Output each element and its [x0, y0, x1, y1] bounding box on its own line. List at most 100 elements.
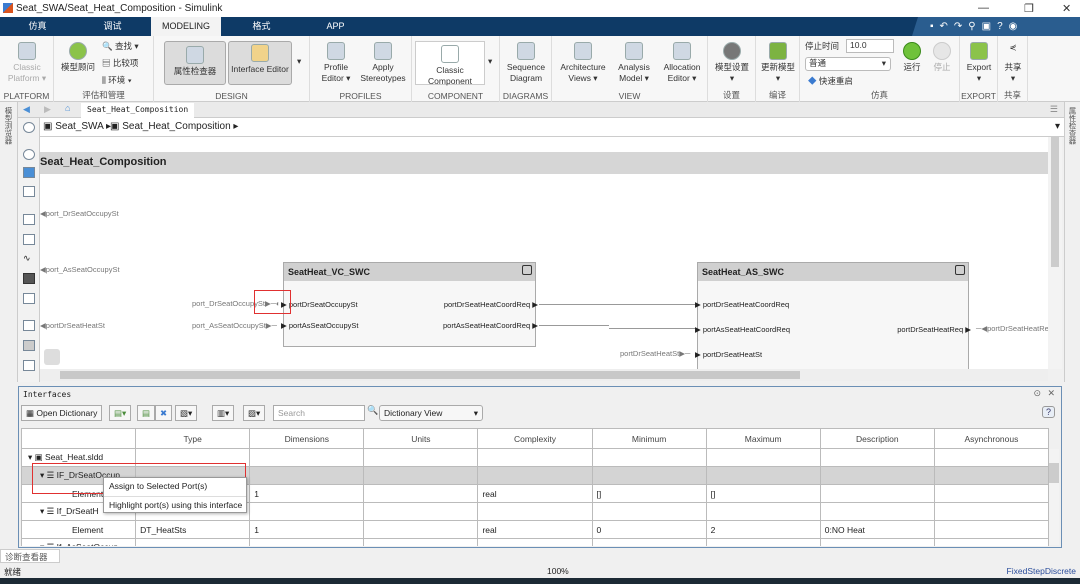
search-input[interactable]: Search [273, 405, 365, 421]
assign-button[interactable]: ▨▾ [243, 405, 266, 421]
add-element-button[interactable]: ▤ [137, 405, 156, 421]
table-cell[interactable]: 1 [249, 520, 365, 539]
open-dictionary-button[interactable]: ▦ Open Dictionary [21, 405, 103, 421]
area-tool-icon[interactable] [23, 360, 35, 371]
connection-line[interactable] [539, 304, 696, 305]
help-icon[interactable]: ? [1041, 406, 1055, 418]
profile-editor-button[interactable]: Profile Editor ▾ [314, 42, 358, 84]
overview-icon[interactable] [44, 349, 60, 365]
expand-icon[interactable] [522, 265, 532, 275]
input-port[interactable]: ▶ portDrSeatHeatCoordReq [695, 300, 789, 309]
tab-app[interactable]: APP [308, 17, 363, 36]
compare-button[interactable]: ▤ 比较项 [102, 58, 138, 69]
root-port[interactable]: ◀port_AsSeatOccupySt [40, 265, 120, 274]
tree-node-icon[interactable]: ▾ ☰ [40, 506, 57, 516]
run-button[interactable]: 运行 [900, 42, 924, 73]
column-header[interactable]: Description [819, 428, 935, 449]
table-cell[interactable] [477, 466, 593, 485]
column-header[interactable] [21, 428, 137, 449]
hide-explorer-icon[interactable] [23, 122, 35, 133]
import-button[interactable]: ▧▾ [175, 405, 198, 421]
close-panel-icon[interactable]: ✕ [1047, 388, 1055, 399]
table-scrollbar[interactable] [1049, 449, 1059, 545]
property-inspector-button[interactable]: 属性检查器 [164, 41, 226, 85]
root-port[interactable]: ◀port_DrSeatOccupySt [40, 209, 119, 218]
table-cell[interactable]: 0 [591, 520, 707, 539]
vertical-scrollbar[interactable] [1048, 137, 1062, 369]
table-cell[interactable]: 2 [705, 520, 821, 539]
input-port[interactable]: ▶ portAsSeatOccupySt [281, 321, 358, 330]
analysis-model-button[interactable]: Analysis Model ▾ [612, 42, 656, 84]
fast-restart-button[interactable]: ◆ 快速重启 [808, 76, 853, 87]
table-cell[interactable] [363, 538, 479, 546]
external-port[interactable]: port_AsSeatOccupySt▶─ [192, 321, 277, 330]
model-advisor-button[interactable]: 模型顾问 [58, 42, 98, 73]
table-cell[interactable]: real [477, 520, 593, 539]
table-cell[interactable] [705, 466, 821, 485]
scroll-thumb[interactable] [1049, 463, 1059, 483]
root-port[interactable]: ─◀portDrSeatHeatRe [976, 324, 1048, 333]
menu-item-assign-to-selected-ports[interactable]: Assign to Selected Port(s) [104, 478, 246, 496]
tab-simulation[interactable]: 仿真 [10, 17, 65, 36]
table-cell[interactable] [933, 538, 1049, 546]
model-browser-label[interactable]: 模型浏览器 [3, 107, 14, 145]
model-settings-button[interactable]: 模型设置 ▾ [710, 42, 754, 84]
table-cell[interactable] [933, 520, 1049, 539]
architecture-views-button[interactable]: Architecture Views ▾ [556, 42, 610, 84]
menu-item-highlight-ports[interactable]: Highlight port(s) using this interface [104, 496, 246, 514]
allocation-editor-button[interactable]: Allocation Editor ▾ [658, 42, 706, 84]
table-cell[interactable] [819, 466, 935, 485]
table-cell[interactable] [819, 484, 935, 503]
table-cell[interactable] [135, 538, 251, 546]
component-seatheat-vc-swc[interactable]: SeatHeat_VC_SWC ▶ portDrSeatOccupySt ▶ p… [281, 262, 538, 347]
variant-icon[interactable] [23, 293, 35, 304]
tab-debug[interactable]: 调试 [85, 17, 140, 36]
column-header[interactable]: Type [135, 428, 251, 449]
column-header[interactable]: Complexity [477, 428, 593, 449]
restore-button[interactable]: ❐ [1024, 2, 1034, 15]
port-tools-button[interactable]: ▥▾ [212, 405, 235, 421]
collapse-icon[interactable]: ⊙ [1033, 388, 1041, 399]
table-cell[interactable]: DT_HeatSts [135, 520, 251, 539]
output-port[interactable]: portAsSeatHeatCoordReq ▶ [443, 321, 538, 330]
column-header[interactable]: Maximum [705, 428, 821, 449]
classic-platform-button[interactable]: Classic Platform ▾ [3, 42, 51, 84]
stop-time-input[interactable]: 10.0 [846, 39, 894, 53]
update-model-button[interactable]: 更新模型 ▾ [758, 42, 798, 84]
add-interface-button[interactable]: ▤▾ [109, 405, 132, 421]
text-tool-icon[interactable] [23, 320, 35, 331]
sequence-diagram-button[interactable]: Sequence Diagram [504, 42, 548, 84]
table-cell[interactable] [705, 448, 821, 467]
model-canvas[interactable]: Seat_Heat_Composition ◀port_DrSeatOccupy… [40, 137, 1048, 369]
image-tool-icon[interactable] [23, 340, 35, 351]
expand-icon[interactable] [955, 265, 965, 275]
table-cell[interactable]: 1 [249, 484, 365, 503]
input-port[interactable]: ▶ portAsSeatHeatCoordReq [695, 325, 790, 334]
column-header[interactable]: Units [363, 428, 479, 449]
menu-icon[interactable]: ☰ [1050, 104, 1058, 115]
output-port[interactable]: portDrSeatHeatReq ▶ [897, 325, 971, 334]
table-cell[interactable]: [] [705, 484, 821, 503]
scroll-thumb[interactable] [60, 371, 800, 379]
classic-component-button[interactable]: Classic Component [415, 41, 485, 86]
simulation-mode-select[interactable]: 普通 ▾ [805, 57, 891, 71]
zoom-icon[interactable] [23, 149, 35, 160]
table-cell[interactable]: Element [21, 520, 137, 539]
table-cell[interactable] [705, 502, 821, 521]
table-cell[interactable] [363, 484, 479, 503]
external-port[interactable]: portDrSeatHeatSt▶─ [620, 349, 690, 358]
component-expand[interactable]: ▾ [488, 56, 492, 67]
fit-view-icon[interactable] [23, 167, 35, 178]
column-header[interactable]: Dimensions [249, 428, 365, 449]
input-port[interactable]: ▶ portDrSeatOccupySt [281, 300, 358, 309]
back-icon[interactable]: ◀ [23, 104, 30, 115]
component-tool-icon[interactable] [23, 214, 35, 225]
table-row[interactable]: ▾ ☰ If_AsSeatOccup [21, 538, 1049, 546]
adapter-icon[interactable] [23, 273, 35, 284]
table-cell[interactable] [363, 520, 479, 539]
share-button[interactable]: ⋞ 共享 ▾ [1000, 42, 1026, 84]
environment-button[interactable]: ⫼ 环境 ▾ [102, 75, 132, 86]
delete-button[interactable]: ✖ [155, 405, 173, 421]
composition-tool-icon[interactable] [23, 234, 35, 245]
breadcrumb-item[interactable]: ▣ Seat_SWA ▸ [43, 121, 111, 132]
